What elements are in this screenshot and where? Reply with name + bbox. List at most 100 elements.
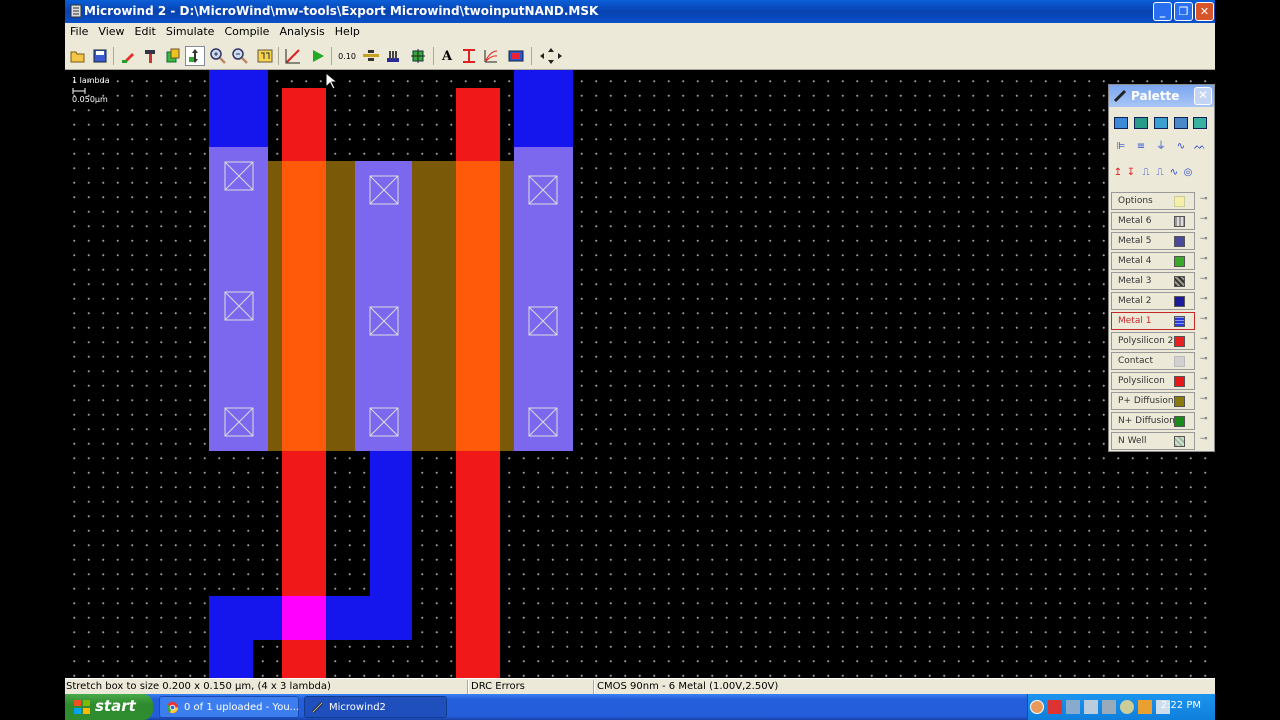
open-file-icon[interactable] [68, 46, 88, 66]
layer-metal5[interactable]: Metal 5 [1111, 232, 1195, 250]
layer-ndiffusion[interactable]: N+ Diffusion [1111, 412, 1195, 430]
layer-metal2[interactable]: Metal 2 [1111, 292, 1195, 310]
menu-help[interactable]: Help [330, 23, 365, 40]
layer-metal1[interactable]: Metal 1 [1111, 312, 1195, 330]
layer-pdiffusion[interactable]: P+ Diffusion [1111, 392, 1195, 410]
curve-icon[interactable] [481, 46, 501, 66]
menu-view[interactable]: View [93, 23, 129, 40]
pad-tool-icon[interactable] [1193, 117, 1207, 129]
pin-icon[interactable]: ⊸ [1200, 274, 1210, 284]
poly-gate-b-channel[interactable] [456, 161, 500, 451]
vdd-icon[interactable]: ↥ [1111, 167, 1125, 179]
pin-icon[interactable]: ⊸ [1200, 194, 1210, 204]
connect-icon[interactable] [361, 46, 381, 66]
poly-gate-a-top[interactable] [282, 88, 326, 161]
tray-volume-icon[interactable] [1102, 700, 1116, 714]
layer-metal4[interactable]: Metal 4 [1111, 252, 1195, 270]
ground-icon[interactable]: ⏚ [1154, 141, 1168, 153]
poly-gate-a-tail[interactable] [282, 640, 326, 678]
contact-tool-icon[interactable] [1154, 117, 1168, 129]
clock-icon[interactable]: ⎍ [1139, 167, 1153, 179]
contact-icon[interactable] [224, 407, 254, 437]
contact-icon[interactable] [528, 407, 558, 437]
capacitor-icon[interactable]: ⊫ [1114, 141, 1128, 153]
contact-icon[interactable] [224, 291, 254, 321]
poly-metal-contact[interactable] [282, 596, 326, 640]
contact-icon[interactable] [369, 175, 399, 205]
metal1-vdd-right[interactable] [514, 70, 573, 147]
pin-icon[interactable]: ⊸ [1200, 354, 1210, 364]
resistor-icon[interactable]: ∿ [1174, 141, 1188, 153]
pin-icon[interactable]: ⊸ [1200, 374, 1210, 384]
contact-icon[interactable] [369, 407, 399, 437]
menu-edit[interactable]: Edit [130, 23, 161, 40]
pin-icon[interactable]: ⊸ [1200, 394, 1210, 404]
pin-icon[interactable]: ⊸ [1200, 314, 1210, 324]
tray-expand-icon[interactable] [1030, 700, 1044, 714]
contact-icon[interactable] [224, 161, 254, 191]
menu-file[interactable]: File [65, 23, 93, 40]
inductor-icon[interactable]: ᨓ [1193, 141, 1207, 153]
metal1-vdd-left[interactable] [209, 70, 268, 147]
taskbar-item-browser[interactable]: 0 of 1 uploaded - You... [159, 696, 299, 718]
contact-icon[interactable] [528, 175, 558, 205]
pin-icon[interactable]: ⊸ [1200, 414, 1210, 424]
poly-gate-a-channel[interactable] [282, 161, 326, 451]
tray-app-icon[interactable] [1048, 700, 1062, 714]
zoom-in-icon[interactable] [208, 46, 228, 66]
layer-metal3[interactable]: Metal 3 [1111, 272, 1195, 290]
zoom-out-icon[interactable] [230, 46, 250, 66]
tray-display-icon[interactable] [1084, 700, 1098, 714]
poly-gate-b-top[interactable] [456, 88, 500, 161]
layer-polysilicon2[interactable]: Polysilicon 2 [1111, 332, 1195, 350]
menu-analysis[interactable]: Analysis [274, 23, 329, 40]
layer-contact[interactable]: Contact [1111, 352, 1195, 370]
sizing-icon[interactable] [459, 46, 479, 66]
stack-icon[interactable] [383, 46, 403, 66]
bus-icon[interactable]: ≡ [1134, 141, 1148, 153]
poly-gate-a-bottom[interactable] [282, 451, 326, 596]
pin-icon[interactable]: ⊸ [1200, 294, 1210, 304]
cut-line-icon[interactable] [283, 46, 303, 66]
pin-icon[interactable]: ⊸ [1200, 334, 1210, 344]
pin-icon[interactable]: ⊸ [1200, 254, 1210, 264]
taskbar-item-microwind[interactable]: Microwind2 [304, 696, 447, 718]
run-simulation-icon[interactable] [308, 46, 328, 66]
pmos-icon[interactable] [1134, 117, 1148, 129]
layer-options[interactable]: Options [1111, 192, 1195, 210]
layout-canvas[interactable]: 1 lambda 0.050µm [65, 70, 1215, 678]
fit-view-icon[interactable] [255, 46, 275, 66]
metal1-output-down[interactable] [209, 640, 253, 678]
measure-icon[interactable]: 0.10 [337, 46, 357, 66]
tray-security-icon[interactable] [1138, 700, 1152, 714]
pin-icon[interactable]: ⊸ [1200, 214, 1210, 224]
node-visible-icon[interactable]: ◎ [1181, 167, 1195, 179]
start-button[interactable]: start [65, 694, 153, 720]
via-icon[interactable] [408, 46, 428, 66]
move-icon[interactable] [185, 46, 205, 66]
pulse-icon[interactable]: ⎍ [1153, 167, 1167, 179]
contact-icon[interactable] [528, 306, 558, 336]
nmos-icon[interactable] [1114, 117, 1128, 129]
menu-simulate[interactable]: Simulate [161, 23, 220, 40]
maximize-button[interactable]: ❐ [1174, 2, 1193, 21]
menu-compile[interactable]: Compile [219, 23, 274, 40]
via-tool-icon[interactable] [1174, 117, 1188, 129]
layer-metal6[interactable]: Metal 6 [1111, 212, 1195, 230]
pin-icon[interactable]: ⊸ [1200, 234, 1210, 244]
tray-network-icon[interactable] [1066, 700, 1080, 714]
metal1-output-vertical[interactable] [370, 451, 412, 596]
poly-gate-b-bottom[interactable] [456, 451, 500, 678]
close-button[interactable]: ✕ [1195, 2, 1214, 21]
sine-icon[interactable]: ∿ [1167, 167, 1181, 179]
contact-icon[interactable] [369, 306, 399, 336]
text-icon[interactable]: A [437, 46, 457, 66]
layer-nwell[interactable]: N Well [1111, 432, 1195, 450]
layer-polysilicon[interactable]: Polysilicon [1111, 372, 1195, 390]
pin-icon[interactable]: ⊸ [1200, 434, 1210, 444]
pencil-icon[interactable] [119, 46, 139, 66]
hammer-icon[interactable] [141, 46, 161, 66]
copy-icon[interactable] [163, 46, 183, 66]
palette-close-button[interactable]: ✕ [1194, 87, 1212, 105]
minimize-button[interactable]: _ [1153, 2, 1172, 21]
